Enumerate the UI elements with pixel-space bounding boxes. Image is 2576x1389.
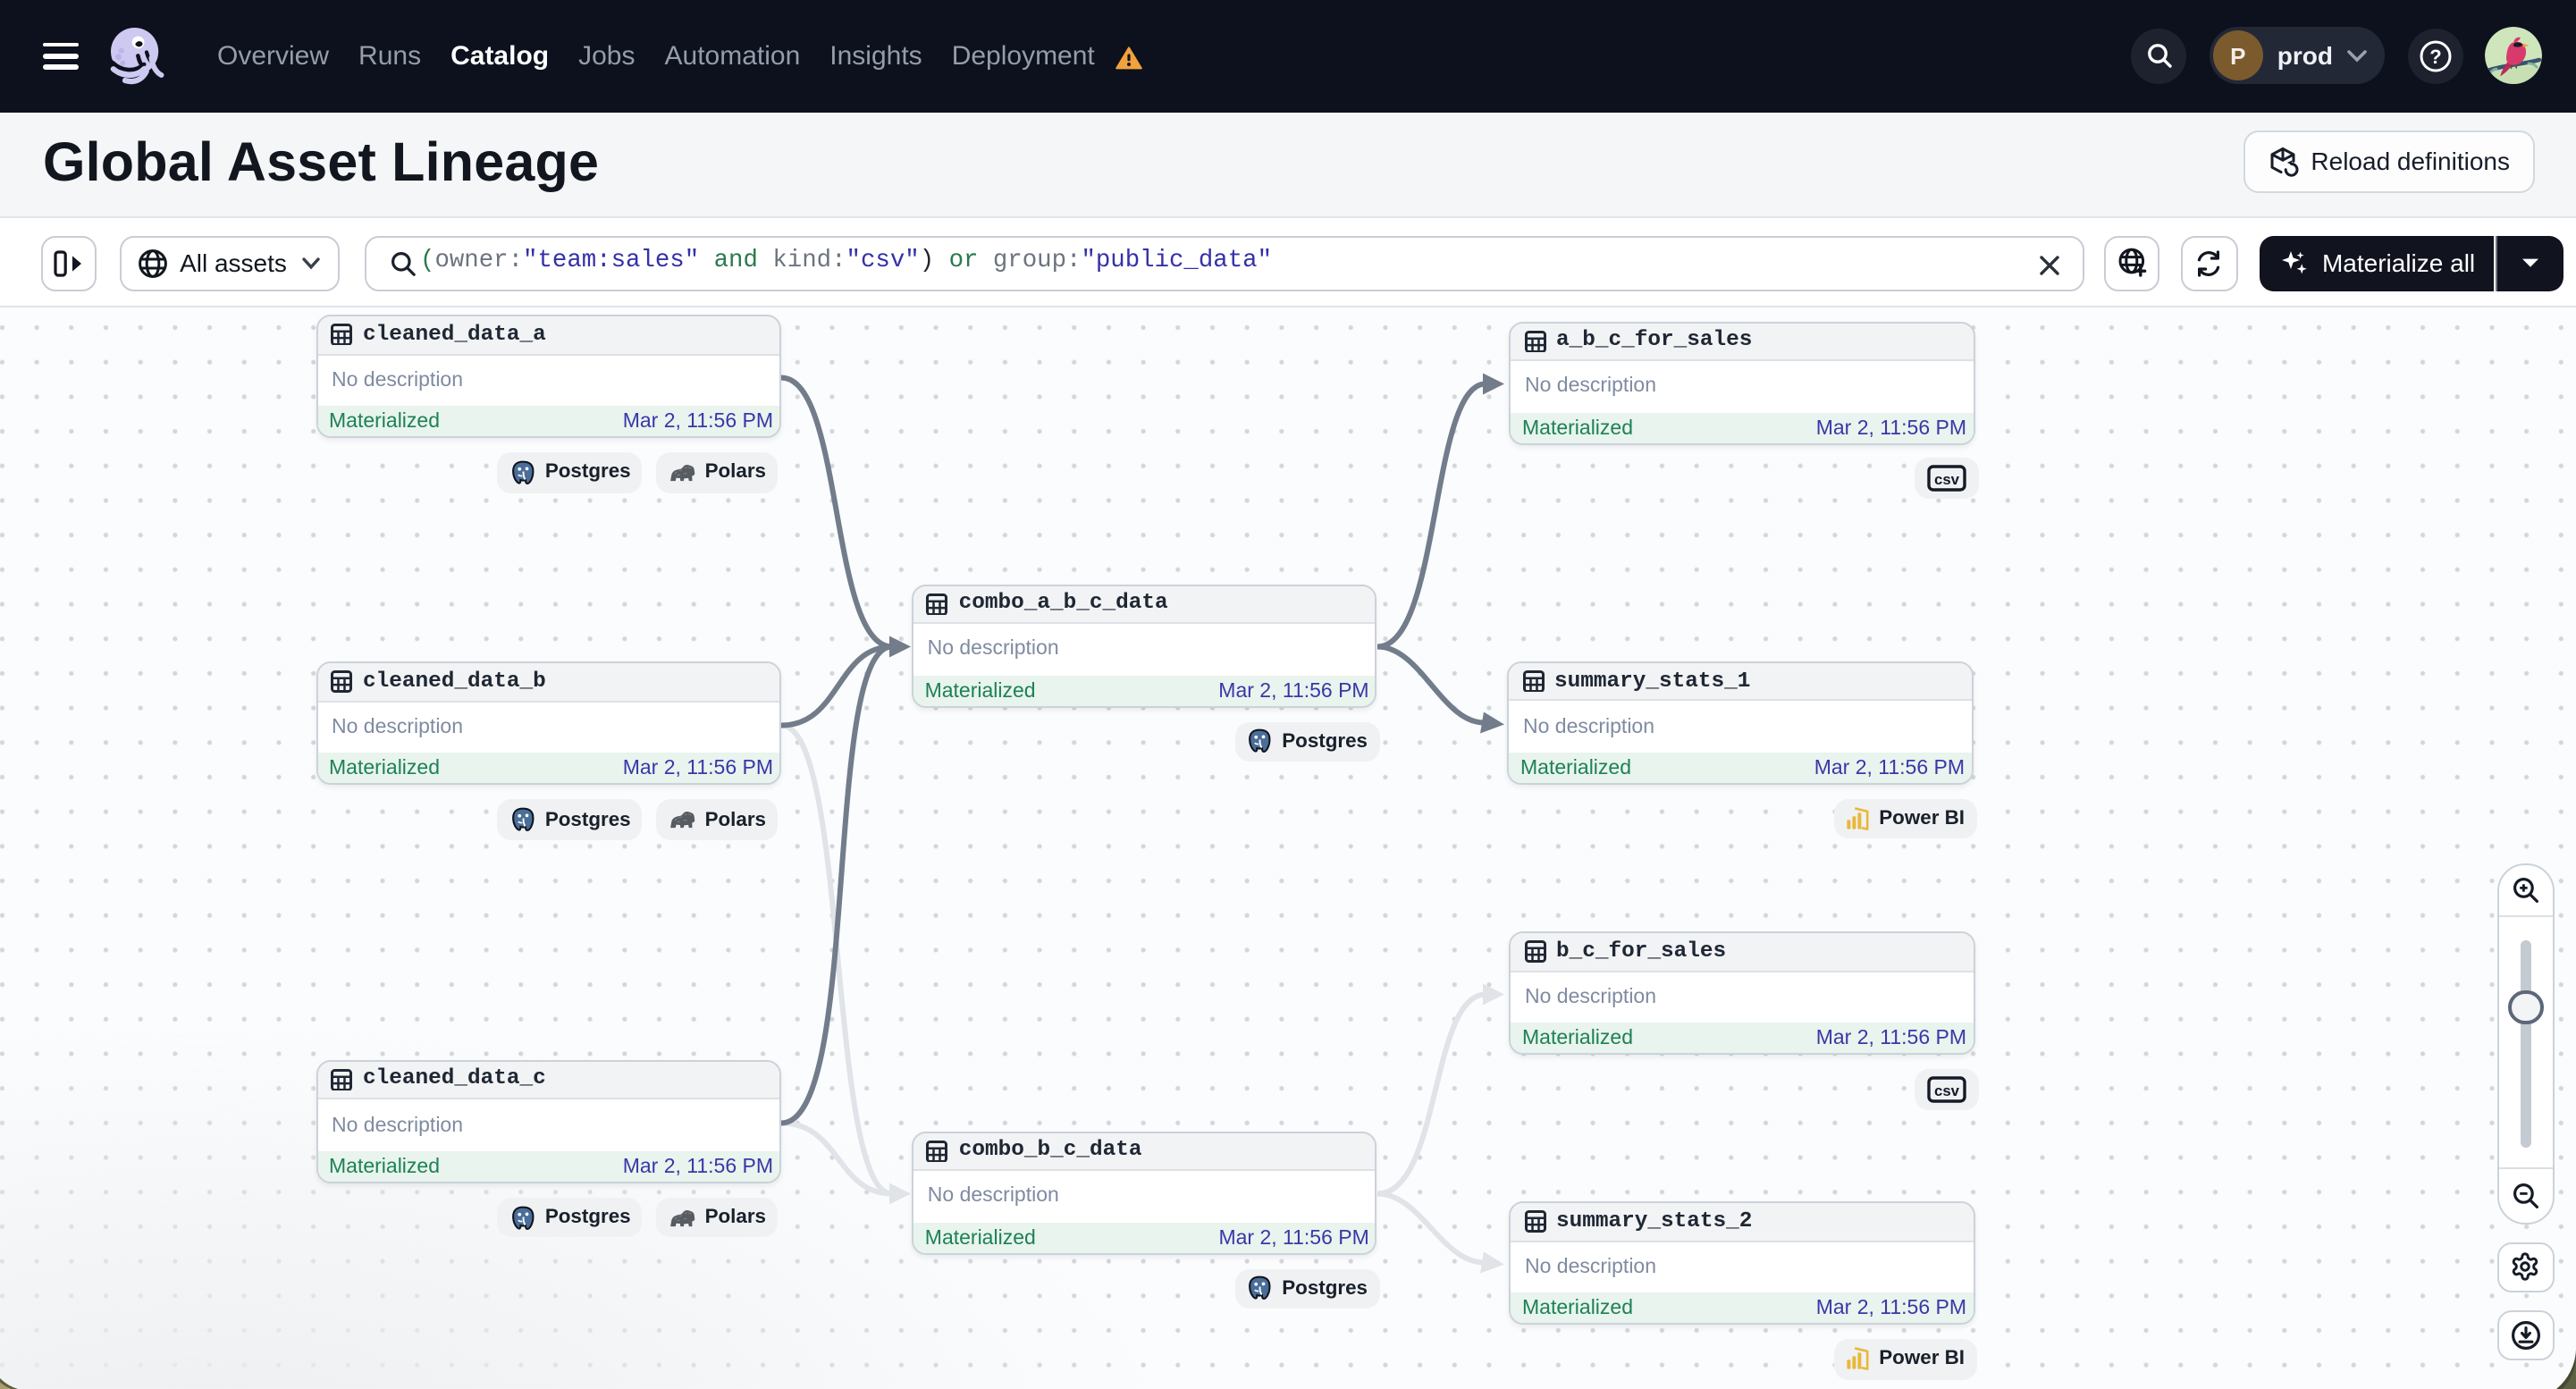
svg-text:csv: csv — [1933, 471, 1959, 488]
svg-text:?: ? — [2429, 45, 2440, 67]
svg-text:csv: csv — [1933, 1082, 1959, 1099]
